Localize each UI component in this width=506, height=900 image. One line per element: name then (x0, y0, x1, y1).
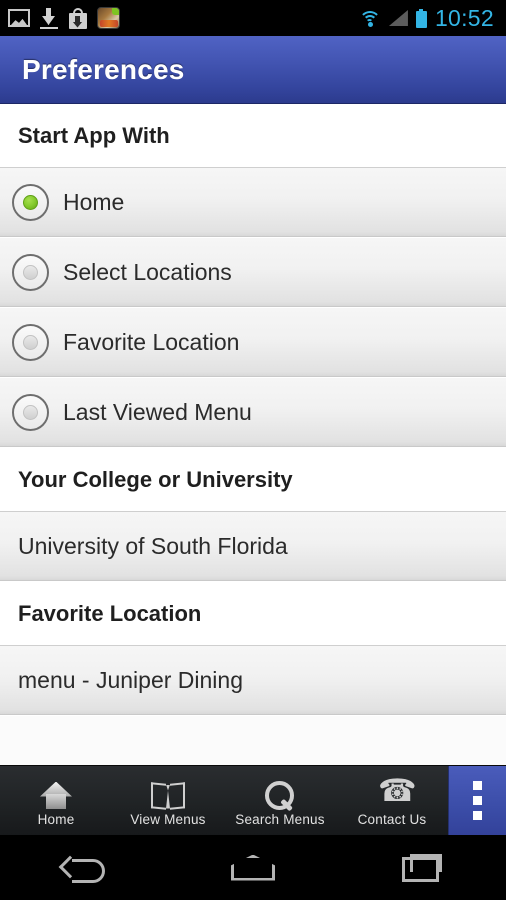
bottom-toolbar: Home View Menus Search Menus Contact Us (0, 765, 506, 835)
overflow-menu-icon[interactable] (448, 766, 506, 835)
nav-recents-button[interactable] (337, 853, 506, 882)
status-bar-system: 10:52 (358, 4, 498, 32)
radio-option-label: Last Viewed Menu (63, 399, 252, 425)
radio-button-icon[interactable] (12, 324, 49, 361)
list-bottom-spacer (0, 716, 506, 756)
toolbar-item-label: Contact Us (357, 811, 427, 827)
radio-button-icon[interactable] (12, 254, 49, 291)
section-header-your-college-or-university: Your College or University (0, 448, 506, 512)
section-header-label: Favorite Location (18, 600, 202, 626)
radio-option-label: Home (63, 189, 125, 215)
toolbar-item-search-menus[interactable]: Search Menus (224, 766, 336, 835)
toolbar-item-label: View Menus (130, 811, 206, 827)
toolbar-item-contact-us[interactable]: Contact Us (336, 766, 448, 835)
recents-icon (401, 853, 442, 882)
nav-back-button[interactable] (0, 855, 169, 883)
download-icon (39, 8, 59, 29)
radio-option-select-locations[interactable]: Select Locations (0, 238, 506, 308)
android-nav-bar (0, 835, 506, 900)
status-bar: 10:52 (0, 0, 506, 36)
radio-option-home[interactable]: Home (0, 168, 506, 238)
radio-option-favorite-location[interactable]: Favorite Location (0, 308, 506, 378)
section-header-label: Start App With (18, 122, 170, 148)
status-bar-clock: 10:52 (434, 4, 494, 31)
toolbar-item-home[interactable]: Home (0, 766, 112, 835)
page-title: Preferences (22, 53, 185, 85)
section-header-start-app-with: Start App With (0, 104, 506, 168)
open-book-icon (151, 779, 185, 810)
toolbar-item-label: Home (37, 811, 75, 827)
radio-option-last-viewed-menu[interactable]: Last Viewed Menu (0, 378, 506, 448)
cell-signal-icon (388, 10, 408, 26)
play-store-bag-icon (68, 7, 88, 29)
android-device-screen: 10:52 Preferences Start App With Home Se… (0, 0, 506, 900)
phone-icon (378, 775, 417, 809)
preference-value-label: University of South Florida (18, 533, 288, 559)
app-title-bar: Preferences (0, 36, 506, 104)
battery-icon (415, 8, 427, 28)
preference-value-label: menu - Juniper Dining (18, 667, 244, 693)
radio-option-label: Favorite Location (63, 329, 240, 355)
preferences-list[interactable]: Start App With Home Select Locations Fav… (0, 104, 506, 765)
house-icon (40, 779, 72, 809)
nav-home-button[interactable] (169, 854, 338, 881)
wifi-icon (358, 10, 381, 27)
app-thumbnail-icon (97, 7, 120, 29)
home-icon (231, 854, 275, 881)
magnifier-icon (265, 779, 295, 810)
radio-button-icon[interactable] (12, 184, 49, 221)
image-icon (8, 9, 30, 27)
preference-value-favorite-location[interactable]: menu - Juniper Dining (0, 646, 506, 716)
back-icon (62, 855, 106, 883)
radio-option-label: Select Locations (63, 259, 232, 285)
preference-value-college[interactable]: University of South Florida (0, 512, 506, 582)
status-bar-notifications (8, 7, 120, 29)
section-header-favorite-location: Favorite Location (0, 582, 506, 646)
toolbar-item-view-menus[interactable]: View Menus (112, 766, 224, 835)
toolbar-item-label: Search Menus (235, 811, 325, 827)
section-header-label: Your College or University (18, 466, 293, 492)
radio-button-icon[interactable] (12, 394, 49, 431)
